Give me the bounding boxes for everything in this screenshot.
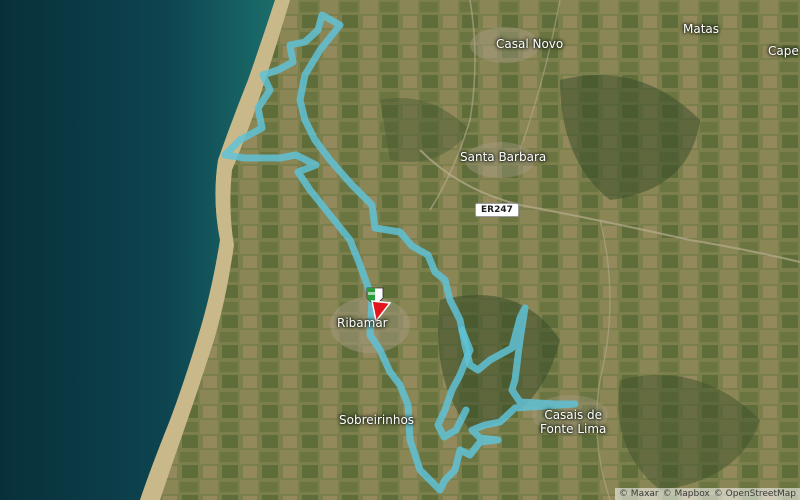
map-view[interactable]: Casal Novo Matas Cape Santa Barbara Riba… bbox=[0, 0, 800, 500]
attribution-openstreetmap-link[interactable]: © OpenStreetMap bbox=[714, 489, 796, 499]
road-shield-er247: ER247 bbox=[475, 203, 519, 217]
place-label-line-2: Fonte Lima bbox=[540, 422, 607, 436]
place-label-ribamar: Ribamar bbox=[337, 316, 388, 330]
place-label-santa-barbara: Santa Barbara bbox=[460, 150, 547, 164]
place-label-matas: Matas bbox=[683, 22, 720, 36]
map-attribution: © Maxar © Mapbox © OpenStreetMap bbox=[614, 488, 800, 500]
place-label-line-1: Casais de bbox=[544, 408, 603, 422]
place-label-sobreirinho: Sobreirinhos bbox=[339, 413, 415, 427]
place-label-cape: Cape bbox=[768, 44, 799, 58]
place-label-casal-novo: Casal Novo bbox=[496, 37, 564, 51]
attribution-maxar-link[interactable]: © Maxar bbox=[619, 489, 659, 499]
place-label-casais-de-fonte-lima: Casais de Fonte Lima bbox=[540, 408, 606, 436]
attribution-mapbox-link[interactable]: © Mapbox bbox=[663, 489, 710, 499]
